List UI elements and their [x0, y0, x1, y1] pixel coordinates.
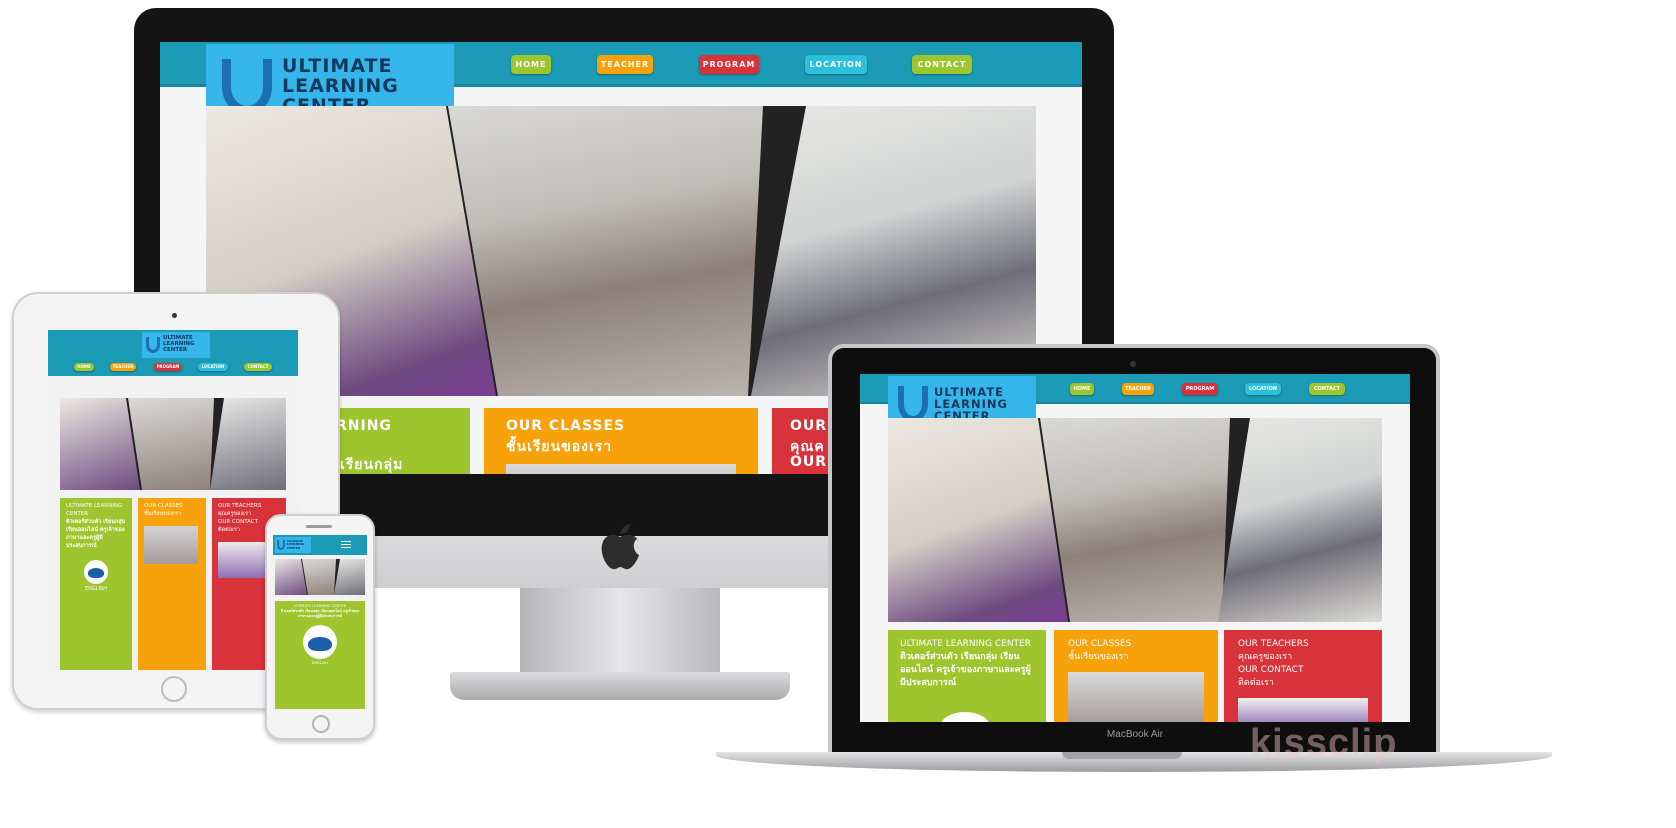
laptop-logo-u-icon	[898, 386, 928, 422]
tablet-camera	[172, 313, 177, 318]
laptop-classes-thumbnail	[1068, 672, 1204, 722]
laptop-classes-panel[interactable]: OUR CLASSES ชั้นเรียนของเรา	[1054, 630, 1218, 722]
phone-hero-photo-3	[334, 559, 365, 595]
tablet-logo[interactable]: ULTIMATE LEARNING CENTER	[142, 332, 210, 358]
phone-hero-photo-2	[302, 559, 336, 595]
tablet-home-button[interactable]	[161, 676, 187, 702]
intro-panel-title: RNING	[336, 418, 392, 434]
tablet-intro-thai: ติวเตอร์ส่วนตัว เรียนกลุ่ม เรียนออนไลน์ …	[66, 519, 126, 549]
phone-screen: ULTIMATE LEARNING CENTER ULTIMATE LEARNI…	[273, 535, 367, 709]
nav-home-button[interactable]: HOME	[511, 55, 551, 74]
nav-teacher-button[interactable]: TEACHER	[597, 55, 653, 74]
laptop-camera	[1130, 361, 1136, 367]
classes-thumbnail	[506, 464, 736, 474]
intro-panel-thai: เรียนกลุ่ม	[340, 457, 404, 473]
tablet-teachers-title: OUR TEACHERS	[218, 503, 262, 509]
laptop-logo-text: ULTIMATE LEARNING CENTER	[934, 386, 1008, 422]
tablet-classes-panel[interactable]: OUR CLASSES ชั้นเรียนของเรา	[138, 498, 206, 670]
tablet-classes-title: OUR CLASSES	[144, 503, 183, 509]
laptop-whale-icon	[940, 712, 990, 722]
tablet-logo-line-3: CENTER	[163, 346, 188, 353]
laptop-nav-contact[interactable]: CONTACT	[1309, 383, 1345, 395]
teachers-panel-line-1: OUR	[790, 418, 828, 434]
laptop-teachers-thai: คุณครูของเรา	[1238, 652, 1293, 662]
nav-location-button[interactable]: LOCATION	[805, 55, 867, 74]
laptop-teachers-title: OUR TEACHERS	[1238, 639, 1309, 649]
tablet-nav-home[interactable]: HOME	[74, 363, 94, 371]
watermark-text: kissclip	[1250, 722, 1398, 764]
apple-logo-icon	[601, 524, 639, 570]
hero-photo-reading-circle	[448, 106, 763, 396]
phone-logo-u-icon	[277, 540, 285, 550]
logo-line-2: LEARNING	[282, 75, 399, 98]
phone-english-label: ENGLISH	[312, 661, 328, 665]
tablet-english-label: ENGLISH	[85, 586, 107, 592]
laptop-nav-location[interactable]: LOCATION	[1245, 383, 1281, 395]
tablet-nav-teacher[interactable]: TEACHER	[110, 363, 136, 371]
phone-intro-thai: ติวเตอร์ส่วนตัว เรียนกลุ่ม เรียนออนไลน์ …	[280, 609, 360, 618]
laptop-hero-photo-3	[1218, 418, 1382, 622]
laptop-screen: ULTIMATE LEARNING CENTER HOME TEACHER PR…	[860, 374, 1410, 722]
laptop-notch	[1062, 752, 1182, 759]
tablet-nav-location[interactable]: LOCATION	[198, 363, 228, 371]
tablet-logo-u-icon	[146, 337, 160, 353]
laptop-contact-thai: ติดต่อเรา	[1238, 678, 1274, 688]
tablet-classes-thumbnail	[144, 526, 198, 564]
tablet-hero-photo	[60, 398, 286, 490]
imac-stand	[520, 588, 720, 676]
tablet-intro-title: ULTIMATE LEARNING CENTER	[66, 503, 123, 517]
laptop-intro-title: ULTIMATE LEARNING CENTER	[900, 639, 1031, 649]
laptop-classes-thai: ชั้นเรียนของเรา	[1068, 652, 1129, 662]
phone-home-button[interactable]	[312, 715, 330, 733]
laptop-teachers-panel[interactable]: OUR TEACHERS คุณครูของเรา OUR CONTACT ติ…	[1224, 630, 1382, 722]
imac-base	[450, 672, 790, 700]
laptop-teachers-thumbnail	[1238, 698, 1368, 722]
classes-panel-title: OUR CLASSES	[506, 418, 626, 434]
laptop-nav-program[interactable]: PROGRAM	[1182, 383, 1218, 395]
tablet-hero-photo-3	[210, 398, 286, 490]
phone-logo-text: ULTIMATE LEARNING CENTER	[287, 540, 304, 550]
laptop-intro-panel[interactable]: ULTIMATE LEARNING CENTER ติวเตอร์ส่วนตัว…	[888, 630, 1046, 722]
tablet-hero-photo-2	[128, 398, 214, 490]
phone-logo-line-3: CENTER	[287, 545, 301, 550]
phone-hero-photo	[275, 559, 365, 595]
laptop-hero-photo-2	[1040, 418, 1230, 622]
tablet-logo-text: ULTIMATE LEARNING CENTER	[163, 336, 195, 353]
teachers-panel-line-3: OUR	[790, 454, 828, 470]
tablet-intro-panel[interactable]: ULTIMATE LEARNING CENTER ติวเตอร์ส่วนตัว…	[60, 498, 132, 670]
tablet-whale-icon	[84, 560, 108, 584]
logo-line-1: ULTIMATE	[282, 55, 393, 78]
tablet-classes-thai: ชั้นเรียนของเรา	[144, 511, 181, 517]
classes-panel[interactable]: OUR CLASSES ชั้นเรียนของเรา	[484, 408, 758, 474]
tablet-screen: ULTIMATE LEARNING CENTER HOME TEACHER PR…	[48, 330, 298, 670]
laptop-nav-teacher[interactable]: TEACHER	[1122, 383, 1154, 395]
tablet-nav-contact[interactable]: CONTACT	[244, 363, 272, 371]
tablet-nav-program[interactable]: PROGRAM	[154, 363, 182, 371]
laptop-contact-title: OUR CONTACT	[1238, 665, 1304, 675]
phone-speaker	[306, 525, 332, 528]
phone-menu-icon[interactable]	[341, 541, 351, 549]
laptop-hero-photo	[888, 418, 1382, 622]
phone-whale-icon	[303, 625, 337, 659]
laptop-model-label: MacBook Air	[1106, 729, 1164, 740]
phone-hero-photo-1	[275, 559, 307, 595]
phone-intro-panel[interactable]: ULTIMATE LEARNING CENTER ติวเตอร์ส่วนตัว…	[275, 601, 365, 709]
laptop-nav-home[interactable]: HOME	[1070, 383, 1094, 395]
phone-logo[interactable]: ULTIMATE LEARNING CENTER	[275, 537, 311, 553]
nav-contact-button[interactable]: CONTACT	[912, 55, 972, 74]
laptop-hero-photo-1	[888, 418, 1068, 622]
nav-program-button[interactable]: PROGRAM	[699, 55, 759, 74]
laptop-classes-title: OUR CLASSES	[1068, 639, 1132, 649]
laptop-intro-thai: ติวเตอร์ส่วนตัว เรียนกลุ่ม เรียนออนไลน์ …	[900, 652, 1031, 688]
classes-panel-thai: ชั้นเรียนของเรา	[506, 439, 613, 455]
tablet-hero-photo-1	[60, 398, 140, 490]
